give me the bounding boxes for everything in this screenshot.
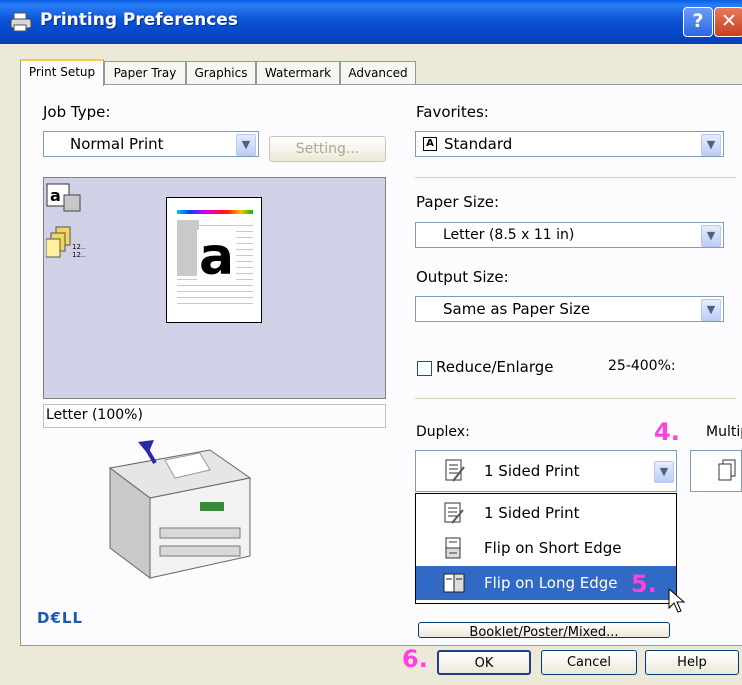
pages-per-sheet-icon [718,459,736,481]
tab-advanced[interactable]: Advanced [340,61,416,84]
tab-paper-tray[interactable]: Paper Tray [104,61,186,84]
color-bar [177,210,253,214]
setting-button[interactable]: Setting... [269,136,386,162]
help-button[interactable]: Help [645,650,739,675]
pages-badge-text: 12.. 12.. [72,243,86,259]
list-item-label: Flip on Long Edge [484,574,618,592]
job-type-value: Normal Print [70,135,164,153]
job-type-label: Job Type: [43,103,111,121]
title-help-button[interactable]: ? [683,7,713,37]
paper-size-label: Paper Size: [416,193,500,211]
step-6-marker: 6. [402,645,428,673]
list-item-label: 1 Sided Print [484,504,580,522]
printer-illustration [108,440,252,579]
chevron-down-icon[interactable]: ▼ [701,225,721,247]
step-4-marker: 4. [654,418,680,446]
tab-watermark[interactable]: Watermark [256,61,340,84]
preview-letter: a [197,227,237,287]
favorites-value: Standard [444,135,513,153]
mouse-cursor-icon [668,588,686,613]
title-bar[interactable]: Printing Preferences ? ✕ [0,0,742,44]
favorites-select[interactable]: A Standard ▼ [415,131,724,157]
dell-logo: D€LL [37,609,84,627]
chevron-down-icon[interactable]: ▼ [701,299,721,321]
paper-size-select[interactable]: Letter (8.5 x 11 in) ▼ [415,222,724,248]
window-title: Printing Preferences [40,10,238,30]
output-size-value: Same as Paper Size [443,300,591,318]
duplex-select[interactable]: 1 Sided Print ▼ [415,450,677,492]
cancel-button[interactable]: Cancel [541,650,637,675]
chevron-down-icon[interactable]: ▼ [654,461,674,483]
favorites-label: Favorites: [416,103,489,121]
reduce-enlarge-range: 25-400%: [608,358,676,374]
favorite-icon: A [423,137,437,151]
output-size-select[interactable]: Same as Paper Size ▼ [415,296,724,322]
tab-print-setup[interactable]: Print Setup [20,59,104,86]
svg-text:a: a [50,186,61,205]
one-sided-print-icon [444,502,464,524]
flip-long-edge-icon [443,573,465,593]
multiple-up-select[interactable] [690,450,742,492]
list-item-one-sided-print[interactable]: 1 Sided Print [416,496,676,530]
ok-button[interactable]: OK [437,650,531,675]
list-item-label: Flip on Short Edge [484,539,622,557]
duplex-value: 1 Sided Print [484,462,580,480]
preview-status: Letter (100%) [43,404,386,428]
flip-short-edge-icon [445,537,461,559]
chevron-down-icon[interactable]: ▼ [236,134,256,156]
reduce-enlarge-checkbox[interactable] [417,361,432,376]
printer-icon [10,12,32,32]
reduce-enlarge-label: Reduce/Enlarge [436,358,554,376]
paper-size-value: Letter (8.5 x 11 in) [443,227,575,243]
multiple-up-label: Multip [706,424,742,440]
chevron-down-icon[interactable]: ▼ [701,134,721,156]
step-5-marker: 5. [631,570,657,598]
one-sided-print-icon [445,459,465,482]
printing-preferences-window: Printing Preferences ? ✕ Print Setup Pap… [0,0,742,685]
preview-page: a [166,197,262,323]
output-size-label: Output Size: [416,268,509,286]
divider [415,177,736,178]
title-close-button[interactable]: ✕ [714,7,742,37]
booklet-poster-button[interactable]: Booklet/Poster/Mixed... [418,622,670,638]
duplex-label: Duplex: [416,424,470,440]
list-item-flip-short-edge[interactable]: Flip on Short Edge [416,531,676,565]
job-type-select[interactable]: Normal Print ▼ [43,131,259,157]
divider [415,398,736,399]
tab-graphics[interactable]: Graphics [186,61,256,84]
